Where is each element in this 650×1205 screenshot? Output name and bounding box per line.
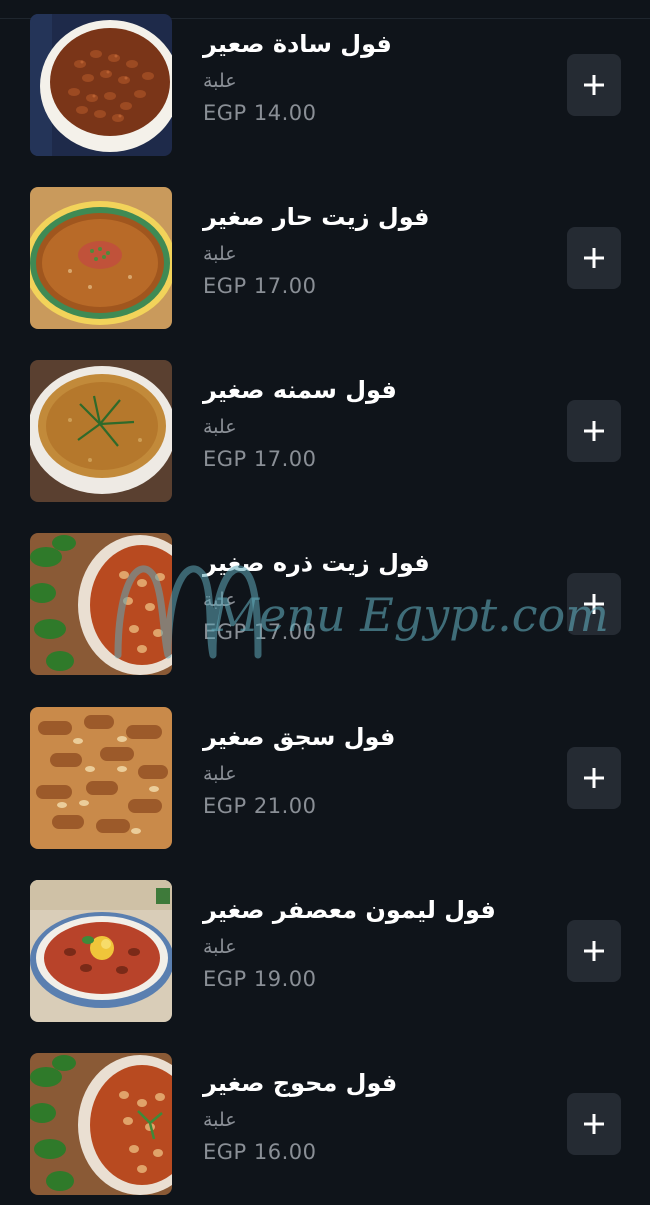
plus-icon	[584, 421, 604, 441]
menu-item[interactable]: فول ليمون معصفر صغير علبة EGP 19.00	[0, 880, 650, 1022]
item-price: EGP 17.00	[203, 620, 317, 644]
corn-oil-fava-beans-image	[30, 533, 172, 675]
item-details: فول سادة صعير علبة EGP 14.00	[203, 14, 543, 156]
menu-item[interactable]: فول زيت حار صغير علبة EGP 17.00	[0, 187, 650, 329]
add-to-cart-button[interactable]	[567, 400, 621, 462]
item-details: فول سجق صغير علبة EGP 21.00	[203, 707, 543, 849]
hot-oil-fava-beans-image	[30, 187, 172, 329]
item-details: فول ليمون معصفر صغير علبة EGP 19.00	[203, 880, 543, 1022]
item-price: EGP 17.00	[203, 447, 317, 471]
plus-icon	[584, 941, 604, 961]
item-unit: علبة	[203, 763, 237, 785]
menu-item[interactable]: فول سمنه صغير علبة EGP 17.00	[0, 360, 650, 502]
add-to-cart-button[interactable]	[567, 1093, 621, 1155]
plus-icon	[584, 594, 604, 614]
item-unit: علبة	[203, 416, 237, 438]
item-details: فول سمنه صغير علبة EGP 17.00	[203, 360, 543, 502]
item-name: فول سادة صعير	[203, 30, 392, 58]
sausage-fava-beans-image	[30, 707, 172, 849]
menu-item[interactable]: فول سادة صعير علبة EGP 14.00	[0, 14, 650, 156]
item-price: EGP 19.00	[203, 967, 317, 991]
plus-icon	[584, 1114, 604, 1134]
menu-item[interactable]: فول سجق صغير علبة EGP 21.00	[0, 707, 650, 849]
plain-fava-beans-image	[30, 14, 172, 156]
ghee-fava-beans-image	[30, 360, 172, 502]
item-name: فول زيت حار صغير	[203, 203, 430, 231]
item-price: EGP 16.00	[203, 1140, 317, 1164]
plus-icon	[584, 248, 604, 268]
item-price: EGP 14.00	[203, 101, 317, 125]
item-unit: علبة	[203, 589, 237, 611]
add-to-cart-button[interactable]	[567, 227, 621, 289]
item-price: EGP 21.00	[203, 794, 317, 818]
add-to-cart-button[interactable]	[567, 573, 621, 635]
menu-item[interactable]: فول محوج صغير علبة EGP 16.00	[0, 1053, 650, 1195]
add-to-cart-button[interactable]	[567, 54, 621, 116]
item-price: EGP 17.00	[203, 274, 317, 298]
spiced-fava-beans-image	[30, 1053, 172, 1195]
menu-item[interactable]: فول زيت ذره صغير علبة EGP 17.00	[0, 533, 650, 675]
item-name: فول سمنه صغير	[203, 376, 397, 404]
item-details: فول محوج صغير علبة EGP 16.00	[203, 1053, 543, 1195]
item-unit: علبة	[203, 1109, 237, 1131]
lemon-fava-beans-image	[30, 880, 172, 1022]
item-unit: علبة	[203, 936, 237, 958]
menu-screen: فول سادة صعير علبة EGP 14.00 فول زيت حار…	[0, 0, 650, 1205]
item-details: فول زيت حار صغير علبة EGP 17.00	[203, 187, 543, 329]
add-to-cart-button[interactable]	[567, 920, 621, 982]
plus-icon	[584, 768, 604, 788]
item-name: فول سجق صغير	[203, 723, 396, 751]
item-name: فول زيت ذره صغير	[203, 549, 430, 577]
plus-icon	[584, 75, 604, 95]
item-unit: علبة	[203, 70, 237, 92]
item-name: فول محوج صغير	[203, 1069, 398, 1097]
add-to-cart-button[interactable]	[567, 747, 621, 809]
item-unit: علبة	[203, 243, 237, 265]
item-name: فول ليمون معصفر صغير	[203, 896, 496, 924]
item-details: فول زيت ذره صغير علبة EGP 17.00	[203, 533, 543, 675]
